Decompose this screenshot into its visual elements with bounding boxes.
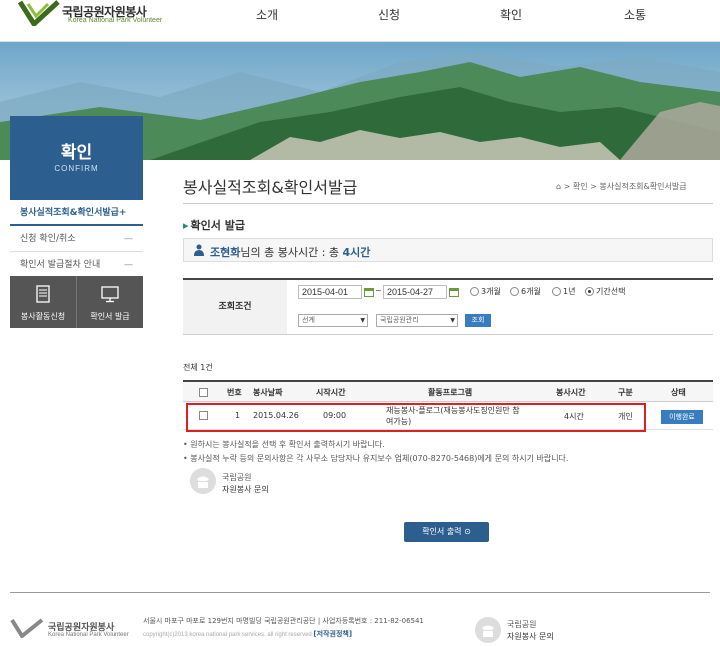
person-icon: [194, 244, 204, 256]
sidebar-item-label: 봉사실적조회&확인서발급+: [20, 208, 127, 218]
nav-confirm[interactable]: 확인: [500, 6, 522, 23]
calendar-icon[interactable]: [364, 287, 374, 297]
table-header: 번호 봉사날짜 시작시간 활동프로그램 봉사시간 구분 상태: [183, 380, 713, 402]
sidebar-menu: 봉사실적조회&확인서발급+ 신청 확인/취소 — 확인서 발급절차 안내 —: [10, 200, 143, 278]
section-title-text: 확인서 발급: [190, 219, 245, 232]
row-highlight-box: [186, 403, 646, 432]
col-program: 활동프로그램: [428, 388, 473, 397]
section-title: ▸ 확인서 발급: [183, 217, 245, 233]
volunteer-name: 조현화: [210, 246, 241, 259]
footer-address: 서울시 마포구 마포로 129번지 마명빌딩 국립공원관리공단 | 사업자등록번…: [143, 617, 424, 625]
logo-mark-icon: [10, 618, 44, 638]
phone-icon: [475, 617, 501, 643]
note-line: • 봉사실적 누락 등의 문의사항은 각 사무소 담당자나 유지보수 업체(07…: [183, 454, 569, 463]
radio-6-months[interactable]: [510, 287, 519, 296]
region-select[interactable]: 선계 ▼: [298, 314, 368, 327]
radio-label: 3개월: [481, 287, 501, 296]
inquiry-line2: 자원봉사 문의: [222, 485, 269, 494]
col-hours: 봉사시간: [556, 388, 586, 397]
title-divider: [183, 203, 713, 204]
breadcrumb: ⌂ > 확인 > 봉사실적조회&확인서발급: [556, 181, 687, 192]
nav-intro[interactable]: 소개: [256, 6, 278, 23]
quick-label: 봉사활동신청: [20, 312, 66, 321]
sidebar-item-label: 확인서 발급절차 안내: [20, 260, 101, 270]
nav-community[interactable]: 소통: [624, 6, 646, 23]
sidebar-item-label: 신청 확인/취소: [20, 234, 76, 244]
radio-custom-period[interactable]: [585, 287, 594, 296]
result-count: 전체 1건: [183, 363, 213, 372]
quick-issue-certificate[interactable]: 확인서 발급: [77, 276, 143, 328]
total-hours-summary: 조현화님의 총 봉사시간 : 총 4시간: [183, 238, 713, 262]
select-all-checkbox[interactable]: [199, 388, 208, 397]
sidebar-title: 확인: [60, 143, 93, 163]
summary-text: 조현화님의 총 봉사시간 : 총 4시간: [210, 244, 370, 260]
col-no: 번호: [227, 388, 242, 397]
select-value: 선계: [302, 316, 315, 324]
sidebar-title-en: CONFIRM: [54, 164, 99, 173]
select-value: 국립공원관리: [380, 316, 419, 324]
site-header: 국립공원자원봉사 Korea National Park Volunteer 소…: [0, 0, 720, 42]
office-select[interactable]: 국립공원관리 ▼: [376, 314, 458, 327]
note-line: • 원하시는 봉사실적을 선택 후 확인서 출력하시기 바랍니다.: [183, 440, 385, 449]
footer-logo-subtitle: Korea National Park Volunteer: [48, 632, 129, 638]
col-start: 시작시간: [316, 388, 346, 397]
footer-copyright: copyright(c)2013 korea national park ser…: [143, 629, 352, 639]
calendar-icon[interactable]: [449, 287, 459, 297]
radio-3-months[interactable]: [470, 287, 479, 296]
sidebar-header: 확인 CONFIRM: [10, 116, 143, 200]
nav-apply[interactable]: 신청: [378, 6, 400, 23]
inquiry-line1: 국립공원: [507, 620, 537, 629]
total-hours: 4시간: [342, 246, 371, 259]
radio-1-year[interactable]: [552, 287, 561, 296]
search-button[interactable]: 조회: [465, 314, 491, 327]
footer-divider: [10, 592, 710, 593]
start-date-input[interactable]: 2015-04-01: [298, 285, 362, 299]
chevron-down-icon: ▼: [450, 317, 455, 324]
sidebar-quick-links: 봉사활동신청 확인서 발급: [10, 276, 143, 328]
radio-label: 6개월: [521, 287, 541, 296]
end-date-input[interactable]: 2015-04-27: [383, 285, 447, 299]
col-type: 구분: [618, 388, 633, 397]
document-icon: [36, 285, 50, 303]
phone-icon: [190, 468, 216, 494]
home-icon[interactable]: ⌂: [556, 182, 561, 191]
page-title: 봉사실적조회&확인서발급: [183, 178, 358, 197]
quick-apply-volunteer[interactable]: 봉사활동신청: [10, 276, 77, 328]
radio-label: 1년: [563, 287, 576, 296]
sidebar-item-records[interactable]: 봉사실적조회&확인서발급+: [10, 200, 143, 226]
radio-label: 기간선택: [596, 287, 626, 296]
sidebar-item-apply-check[interactable]: 신청 확인/취소 —: [10, 226, 143, 252]
quick-label: 확인서 발급: [90, 312, 130, 321]
chevron-down-icon: ▼: [360, 317, 365, 324]
collapse-dash-icon: —: [124, 234, 133, 244]
copyright-text: copyright(c)2013 korea national park ser…: [143, 632, 312, 638]
inquiry-line2: 자원봉사 문의: [507, 632, 554, 641]
col-status: 상태: [671, 388, 686, 397]
collapse-dash-icon: —: [124, 260, 133, 270]
monitor-icon: [101, 286, 119, 303]
section-arrow-icon: ▸: [183, 219, 189, 232]
col-date: 봉사날짜: [253, 388, 283, 397]
main-nav: 소개 신청 확인 소통: [0, 6, 720, 24]
sidebar-item-issue-guide[interactable]: 확인서 발급절차 안내 —: [10, 252, 143, 278]
date-range-tilde: ~: [375, 286, 382, 295]
print-certificate-button[interactable]: 확인서 출력 ⊙: [404, 522, 489, 542]
privacy-policy-link[interactable]: [저작권정책]: [313, 630, 352, 638]
status-badge[interactable]: 이행완료: [661, 410, 703, 424]
inquiry-line1: 국립공원: [222, 473, 252, 482]
summary-label: 님의 총 봉사시간 : 총: [240, 246, 340, 259]
guide-notes: • 원하시는 봉사실적을 선택 후 확인서 출력하시기 바랍니다. • 봉사실적…: [183, 438, 568, 466]
filter-label: 조회조건: [183, 280, 287, 334]
breadcrumb-path: > 확인 > 봉사실적조회&확인서발급: [563, 182, 687, 191]
